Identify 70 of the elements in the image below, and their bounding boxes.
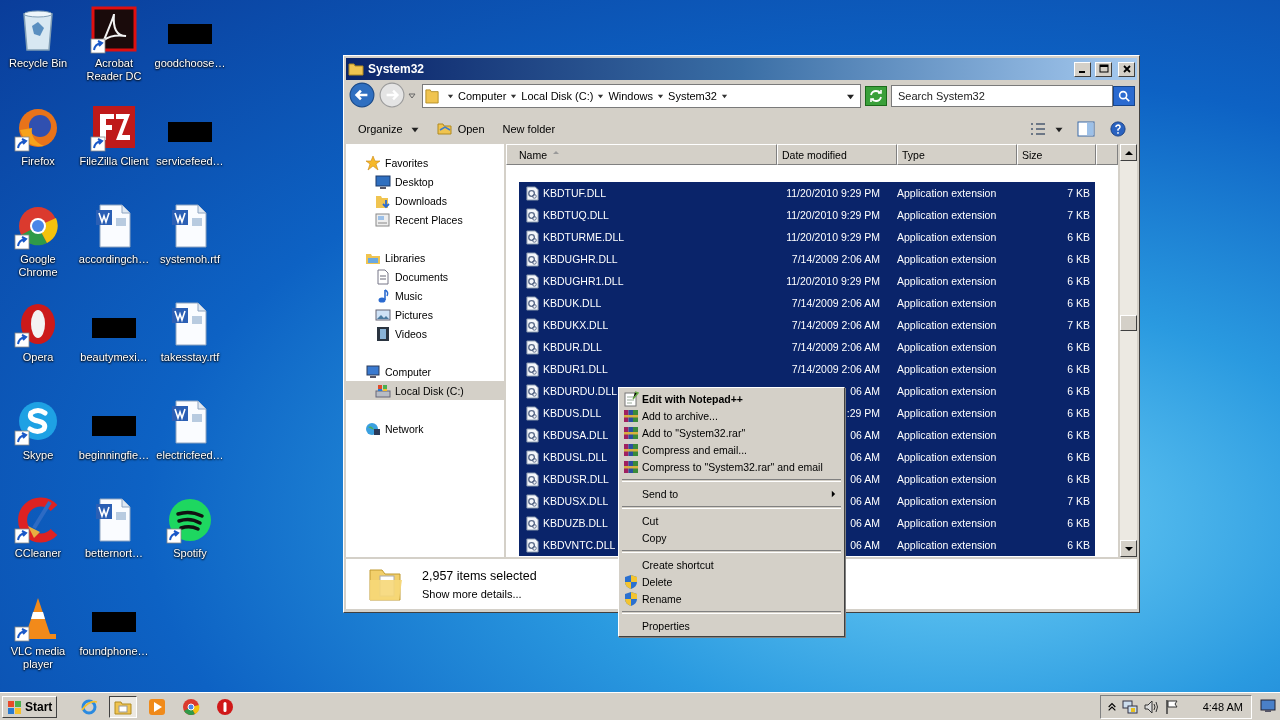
file-type: Application extension [897,517,997,529]
date-modified: 06 AM [850,539,880,551]
date-modified: 06 AM [850,385,880,397]
file-name: KBDUKX.DLL [543,319,609,331]
file-name: KBDUZB.DLL [543,517,608,529]
file-name: KBDURDU.DLL [543,385,618,397]
date-modified: :29 PM [846,407,880,419]
file-name: KBDTUQ.DLL [543,209,609,221]
date-modified: 06 AM [850,495,880,507]
file-type: Application extension [897,275,997,287]
file-name: KBDVNTC.DLL [543,539,616,551]
file-type: Application extension [897,495,997,507]
file-name: KBDUR.DLL [543,341,602,353]
file-type: Application extension [897,231,997,243]
file-type: Application extension [897,451,997,463]
file-size: 7 KB [1067,187,1090,199]
file-name: KBDTUF.DLL [543,187,606,199]
date-modified: 7/14/2009 2:06 AM [791,341,880,353]
date-modified: 7/14/2009 2:06 AM [791,363,880,375]
file-name: KBDUGHR1.DLL [543,275,624,287]
file-size: 6 KB [1067,341,1090,353]
date-modified: 06 AM [850,473,880,485]
date-modified: 7/14/2009 2:06 AM [791,297,880,309]
file-size: 6 KB [1067,275,1090,287]
date-modified: 11/20/2010 9:29 PM [786,275,880,287]
date-modified: 7/14/2009 2:06 AM [791,319,880,331]
file-type: Application extension [897,363,997,375]
file-name: KBDUSX.DLL [543,495,609,507]
file-size: 6 KB [1067,363,1090,375]
date-modified: 11/20/2010 9:29 PM [786,209,880,221]
file-type: Application extension [897,319,997,331]
file-type: Application extension [897,539,997,551]
date-modified: 11/20/2010 9:29 PM [786,187,880,199]
file-name: KBDUGHR.DLL [543,253,618,265]
file-type: Application extension [897,407,997,419]
date-modified: 06 AM [850,429,880,441]
window-title: System32 [368,62,425,76]
file-size: 7 KB [1067,209,1090,221]
date-modified: 06 AM [850,517,880,529]
file-size: 6 KB [1067,385,1090,397]
date-modified: 11/20/2010 9:29 PM [786,231,880,243]
file-name: KBDUSR.DLL [543,473,609,485]
file-size: 6 KB [1067,473,1090,485]
file-type: Application extension [897,429,997,441]
file-name: KBDUK.DLL [543,297,602,309]
file-name: KBDUR1.DLL [543,363,608,375]
file-size: 6 KB [1067,451,1090,463]
file-size: 6 KB [1067,231,1090,243]
file-name: KBDUSL.DLL [543,451,608,463]
file-name: KBDUSA.DLL [543,429,609,441]
file-name: KBDTURME.DLL [543,231,625,243]
file-type: Application extension [897,473,997,485]
file-size: 6 KB [1067,539,1090,551]
file-size: 7 KB [1067,319,1090,331]
file-type: Application extension [897,385,997,397]
file-type: Application extension [897,253,997,265]
file-type: Application extension [897,297,997,309]
file-size: 6 KB [1067,429,1090,441]
file-size: 7 KB [1067,495,1090,507]
file-size: 6 KB [1067,253,1090,265]
date-modified: 7/14/2009 2:06 AM [791,253,880,265]
file-type: Application extension [897,209,997,221]
file-name: KBDUS.DLL [543,407,602,419]
file-size: 6 KB [1067,407,1090,419]
file-type: Application extension [897,341,997,353]
file-size: 6 KB [1067,297,1090,309]
file-type: Application extension [897,187,997,199]
file-size: 6 KB [1067,517,1090,529]
date-modified: 06 AM [850,451,880,463]
selection-count: 2,957 items selected [422,568,537,583]
